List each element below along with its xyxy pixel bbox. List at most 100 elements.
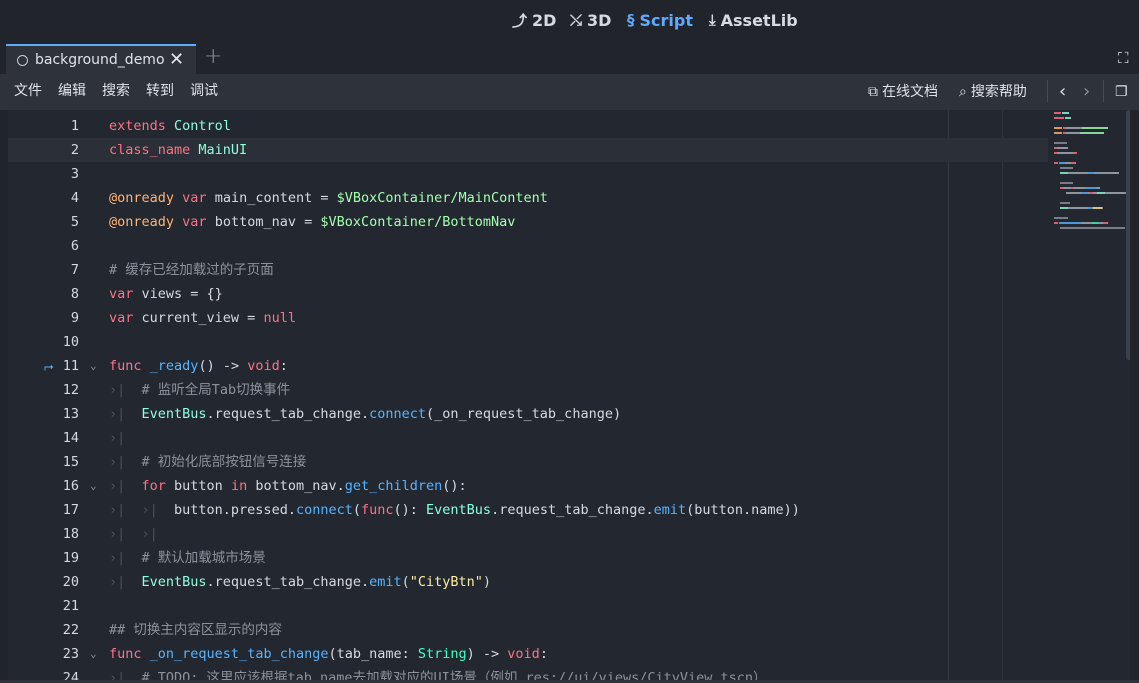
- toggle-panel-icon[interactable]: ❐: [1115, 74, 1128, 110]
- workspace-assetlib-button[interactable]: ⤓ AssetLib: [709, 0, 798, 40]
- workspace-script-button[interactable]: § Script: [627, 0, 693, 40]
- editor-scrollbar[interactable]: [1126, 110, 1130, 360]
- line-number: 17: [62, 502, 79, 518]
- fold-chevron-icon[interactable]: ⌄: [90, 474, 97, 498]
- code-line[interactable]: 5 @onready var bottom_nav = $VBoxContaine…: [8, 210, 1048, 234]
- workspace-2d-button[interactable]: ⤴ 2D: [512, 0, 556, 40]
- line-number: 23: [62, 646, 79, 662]
- minimap-stroke: [1097, 187, 1100, 189]
- code-line[interactable]: 7 # 缓存已经加载过的子页面: [8, 258, 1048, 282]
- code-token: bottom_nav =: [206, 214, 321, 230]
- code-line[interactable]: 2 class_name MainUI: [8, 138, 1048, 162]
- tab-indent-marker: ›|: [109, 502, 142, 518]
- minimap-stroke: [1066, 192, 1081, 194]
- tab-indent-marker: ›|: [109, 550, 142, 566]
- code-line[interactable]: 10: [8, 330, 1048, 354]
- online-docs-label: 在线文档: [882, 84, 938, 100]
- code-editor[interactable]: 1 extends Control 2 class_name MainUI 3 4 @onr…: [8, 110, 1130, 680]
- code-line[interactable]: 3: [8, 162, 1048, 186]
- menu-debug[interactable]: 调试: [190, 74, 218, 110]
- fold-chevron-icon[interactable]: ⌄: [90, 642, 97, 666]
- code-line[interactable]: 20 ›| EventBus.request_tab_change.emit("C…: [8, 570, 1048, 594]
- line-number: 8: [70, 286, 79, 302]
- workspace-3d-button[interactable]: ⤯ 3D: [570, 0, 611, 40]
- code-line[interactable]: ⮣ 11 ⌄ func _ready() -> void:: [8, 354, 1048, 378]
- line-number: 15: [62, 454, 79, 470]
- code-line[interactable]: 13 ›| EventBus.request_tab_change.connect…: [8, 402, 1048, 426]
- toolbar-divider: [1047, 80, 1048, 102]
- code-line[interactable]: 18 ›| ›|: [8, 522, 1048, 546]
- menu-search[interactable]: 搜索: [102, 74, 130, 110]
- code-line[interactable]: 1 extends Control: [8, 114, 1048, 138]
- code-line[interactable]: 24 ›| # TODO: 这里应该根据tab_name去加载对应的UI场景（例如…: [8, 666, 1048, 680]
- code-text: var views = {}: [109, 282, 223, 306]
- code-text: var current_view = null: [109, 306, 296, 330]
- workspace-label: AssetLib: [720, 10, 798, 30]
- code-token: EventBus: [141, 574, 207, 590]
- line-number: 16: [62, 478, 79, 494]
- tab-background-demo[interactable]: background_demo ✕: [6, 44, 196, 74]
- code-line[interactable]: 15 ›| # 初始化底部按钮信号连接: [8, 450, 1048, 474]
- code-line[interactable]: 19 ›| # 默认加载城市场景: [8, 546, 1048, 570]
- minimap-stroke: [1107, 222, 1108, 224]
- line-number: 4: [70, 190, 79, 206]
- line-number: 9: [70, 310, 79, 326]
- line-number: 3: [70, 166, 79, 182]
- menu-goto[interactable]: 转到: [146, 74, 174, 110]
- minimap-stroke: [1054, 117, 1064, 119]
- code-line[interactable]: 17 ›| ›| button.pressed.connect(func(): E…: [8, 498, 1048, 522]
- code-token: (: [401, 574, 410, 590]
- code-line[interactable]: 6: [8, 234, 1048, 258]
- close-icon[interactable]: ✕: [169, 49, 184, 70]
- 3d-icon: ⤯: [570, 11, 583, 29]
- code-text: ›| ›| button.pressed.connect(func(): Eve…: [109, 498, 800, 522]
- code-token: var: [182, 214, 207, 230]
- online-docs-button[interactable]: ⧉ 在线文档: [868, 74, 938, 110]
- minimap-stroke: [1063, 187, 1071, 189]
- code-token: # 缓存已经加载过的子页面: [109, 262, 274, 278]
- code-line[interactable]: 8 var views = {}: [8, 282, 1048, 306]
- scene-icon: [17, 54, 28, 66]
- code-line[interactable]: 12 ›| # 监听全局Tab切换事件: [8, 378, 1048, 402]
- code-token: main_content =: [206, 190, 337, 206]
- code-token: EventBus: [426, 502, 492, 518]
- history-back-icon[interactable]: ‹: [1059, 74, 1066, 110]
- code-line[interactable]: 4 @onready var main_content = $VBoxContai…: [8, 186, 1048, 210]
- code-token: (button.name)): [686, 502, 800, 518]
- minimap-stroke: [1060, 167, 1073, 169]
- minimap-stroke: [1060, 202, 1070, 204]
- tab-indent-marker: ›|: [109, 406, 142, 422]
- code-token: for: [141, 478, 166, 494]
- code-token: in: [230, 478, 248, 494]
- minimap-stroke: [1054, 132, 1062, 134]
- code-token: ): [482, 574, 492, 590]
- code-token: .request_tab_change.: [206, 406, 370, 422]
- code-text: ›| # 监听全局Tab切换事件: [109, 378, 290, 402]
- search-help-button[interactable]: ⌕ 搜索帮助: [959, 74, 1027, 110]
- minimap-stroke: [1073, 152, 1077, 154]
- minimap-stroke: [1062, 112, 1069, 114]
- code-line[interactable]: 14 ›|: [8, 426, 1048, 450]
- code-token: _ready: [149, 358, 199, 374]
- code-line[interactable]: 23 ⌄ func _on_request_tab_change(tab_name:…: [8, 642, 1048, 666]
- code-token: button.pressed.: [174, 502, 296, 518]
- main-screen-bar: ⤴ 2D ⤯ 3D § Script ⤓ AssetLib: [0, 0, 1139, 42]
- code-line[interactable]: 21: [8, 594, 1048, 618]
- code-text: extends Control: [109, 114, 231, 138]
- code-minimap[interactable]: [1054, 110, 1130, 280]
- minimap-stroke: [1082, 127, 1108, 129]
- add-tab-button[interactable]: +: [204, 44, 222, 69]
- code-line[interactable]: 9 var current_view = null: [8, 306, 1048, 330]
- code-line[interactable]: 22 ## 切换主内容区显示的内容: [8, 618, 1048, 642]
- line-number: 10: [62, 334, 79, 350]
- minimap-stroke: [1102, 207, 1103, 209]
- menu-edit[interactable]: 编辑: [58, 74, 86, 110]
- code-line[interactable]: 16 ⌄ ›| for button in bottom_nav.get_child…: [8, 474, 1048, 498]
- history-forward-icon[interactable]: ›: [1083, 74, 1090, 110]
- menu-file[interactable]: 文件: [14, 74, 42, 110]
- fold-chevron-icon[interactable]: ⌄: [90, 354, 97, 378]
- fullscreen-icon[interactable]: ⛶: [1118, 49, 1129, 67]
